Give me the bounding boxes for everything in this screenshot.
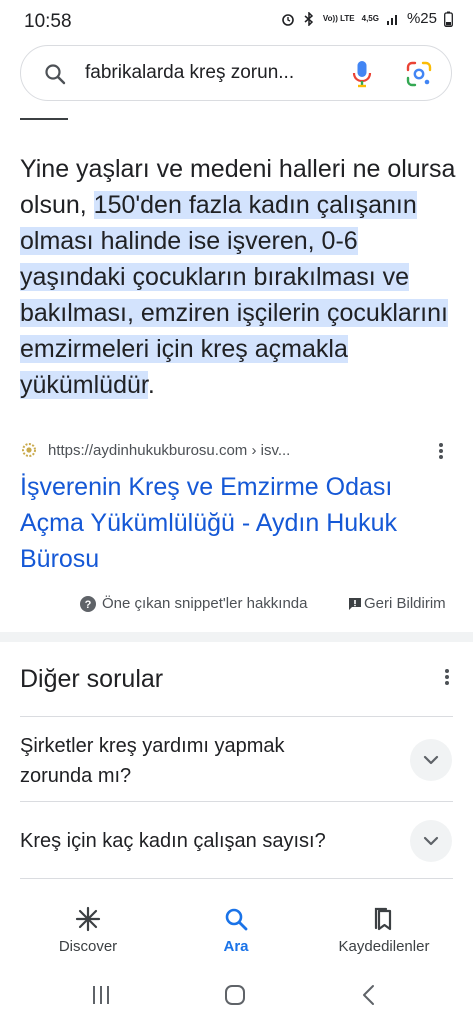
nav-saved-label: Kaydedilenler — [338, 938, 430, 955]
snippet-tail: . — [147, 371, 155, 399]
back-icon[interactable] — [358, 984, 380, 1006]
about-snippets-label: Öne çıkan snippet'ler hakkında — [102, 595, 308, 612]
network-label: 4,5G — [361, 13, 379, 23]
expand-question-button[interactable] — [410, 739, 452, 781]
question-item[interactable]: Şirketler kreş yardımı yapmak zorunda mı… — [20, 731, 350, 791]
bottom-navigation: Discover Ara Kaydedilenler — [0, 890, 473, 968]
recent-apps-icon[interactable] — [90, 984, 112, 1006]
search-icon[interactable] — [43, 62, 67, 86]
source-url[interactable]: https://aydinhukukburosu.com › isv... — [48, 442, 290, 459]
battery-icon — [444, 11, 453, 27]
divider — [20, 716, 453, 717]
signal-icon — [386, 14, 397, 25]
question-item[interactable]: Kreş için kaç kadın çalışan sayısı? — [20, 826, 350, 856]
feedback-icon — [349, 597, 361, 610]
divider — [20, 801, 453, 802]
google-lens-icon[interactable] — [405, 60, 433, 88]
nav-search-label: Ara — [223, 938, 249, 955]
search-bar[interactable]: fabrikalarda kreş zorun... — [20, 45, 452, 101]
expand-question-button[interactable] — [410, 820, 452, 862]
volte-label: Vo)) LTE — [322, 13, 355, 23]
status-bar: 10:58 Vo)) LTE 4,5G %25 — [0, 0, 473, 44]
microphone-icon[interactable] — [351, 59, 373, 89]
status-time: 10:58 — [24, 11, 72, 32]
divider — [20, 878, 453, 879]
alarm-icon — [282, 13, 294, 26]
nav-discover[interactable]: Discover — [18, 890, 158, 968]
bookmarks-icon — [374, 907, 392, 931]
more-options-icon[interactable] — [431, 439, 451, 463]
chevron-down-icon — [423, 755, 439, 765]
result-title-link[interactable]: İşverenin Kreş ve Emzirme Odası Açma Yük… — [20, 469, 440, 577]
result-source[interactable]: https://aydinhukukburosu.com › isv... — [20, 439, 453, 463]
search-input[interactable]: fabrikalarda kreş zorun... — [85, 62, 347, 84]
related-questions-title: Diğer sorular — [20, 665, 164, 693]
svg-text:?: ? — [85, 599, 92, 611]
nav-discover-label: Discover — [58, 938, 118, 955]
nav-saved[interactable]: Kaydedilenler — [314, 890, 454, 968]
about-snippets-link[interactable]: ? Öne çıkan snippet'ler hakkında — [80, 595, 308, 612]
status-icons: Vo)) LTE 4,5G %25 — [281, 10, 453, 27]
site-favicon-icon — [22, 443, 36, 457]
feedback-button[interactable]: Geri Bildirim — [348, 595, 446, 612]
more-options-icon[interactable] — [441, 666, 453, 690]
bluetooth-icon — [304, 11, 314, 26]
search-icon — [225, 908, 248, 931]
chevron-down-icon — [423, 836, 439, 846]
home-icon[interactable] — [224, 984, 246, 1006]
section-rule — [20, 118, 68, 120]
feedback-label: Geri Bildirim — [364, 595, 446, 612]
nav-search[interactable]: Ara — [166, 890, 306, 968]
snippet-highlight: 150'den fazla kadın çalışanın olması hal… — [20, 191, 448, 399]
help-icon: ? — [80, 595, 96, 612]
featured-snippet-text: Yine yaşları ve medeni halleri ne olursa… — [20, 151, 460, 403]
section-separator — [0, 632, 473, 642]
snippet-footer: ? Öne çıkan snippet'ler hakkında Geri Bi… — [0, 592, 473, 616]
asterisk-icon — [75, 906, 101, 932]
system-navigation-bar — [0, 968, 473, 1024]
battery-percent: %25 — [406, 10, 437, 27]
